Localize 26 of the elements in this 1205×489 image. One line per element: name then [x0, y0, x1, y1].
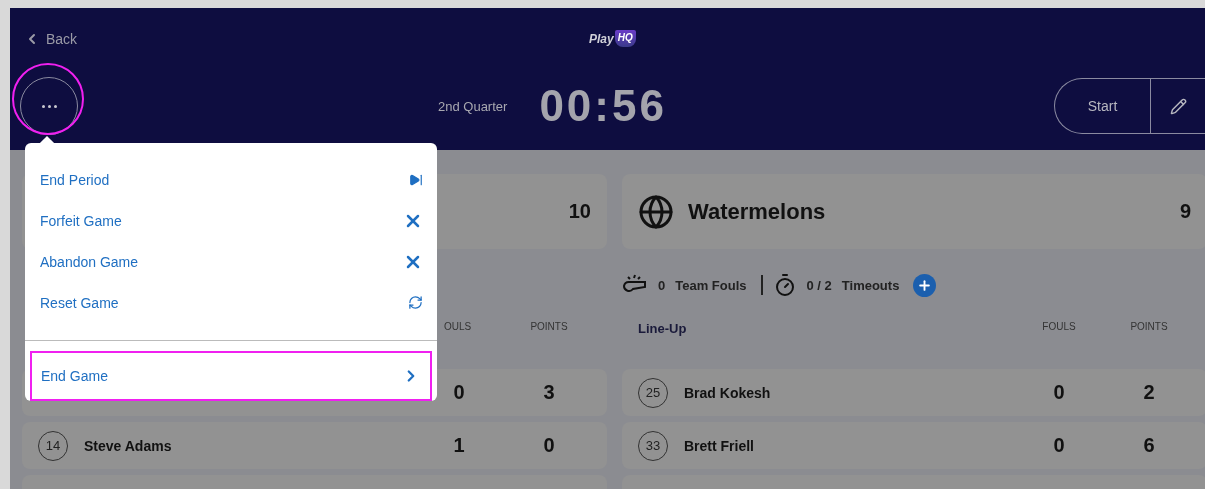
- team-score: 9: [1179, 200, 1191, 223]
- player-name: Brett Friell: [684, 437, 755, 454]
- points-value: 2: [1142, 381, 1156, 404]
- team-name: Watermelons: [688, 198, 826, 225]
- timeouts-count: 0 / 2: [806, 277, 832, 293]
- column-header: POINTS: [1129, 321, 1169, 332]
- team-score: 10: [568, 200, 591, 223]
- points-value: 6: [1142, 434, 1156, 457]
- timeouts-label: Timeouts: [841, 277, 900, 293]
- game-clock: 00:56: [539, 81, 667, 131]
- fouls-value: 0: [1052, 381, 1066, 404]
- fouls-value: 0: [452, 381, 466, 404]
- fouls-label: Team Fouls: [675, 277, 747, 293]
- fouls-value: 1: [452, 434, 466, 457]
- points-value: 3: [542, 381, 556, 404]
- logo: Play HQ: [589, 30, 636, 47]
- period-label: 2nd Quarter: [438, 98, 508, 114]
- points-value: 0: [542, 434, 556, 457]
- column-header: OULS: [443, 321, 473, 332]
- column-header: POINTS: [529, 321, 569, 332]
- player-name: Steve Adams: [84, 437, 173, 454]
- fouls-count: 0: [658, 277, 666, 293]
- player-name: Brad Kokesh: [684, 384, 772, 401]
- column-header: FOULS: [1041, 321, 1077, 332]
- fouls-value: 0: [1052, 434, 1066, 457]
- lineup-title: Line-Up: [638, 321, 688, 336]
